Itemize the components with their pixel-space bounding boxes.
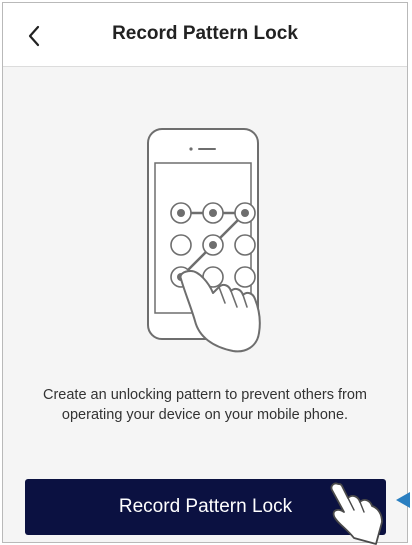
record-pattern-lock-button[interactable]: Record Pattern Lock xyxy=(25,479,386,535)
screen: Record Pattern Lock Create an unlocking … xyxy=(2,2,408,543)
top-bar: Record Pattern Lock xyxy=(3,3,407,67)
button-label: Record Pattern Lock xyxy=(118,496,293,517)
phone-pattern-lock-illustration xyxy=(147,128,261,353)
arrow-left-icon xyxy=(396,492,410,508)
instruction-text: Create an unlocking pattern to prevent o… xyxy=(43,387,368,423)
page-title: Record Pattern Lock xyxy=(112,23,298,44)
